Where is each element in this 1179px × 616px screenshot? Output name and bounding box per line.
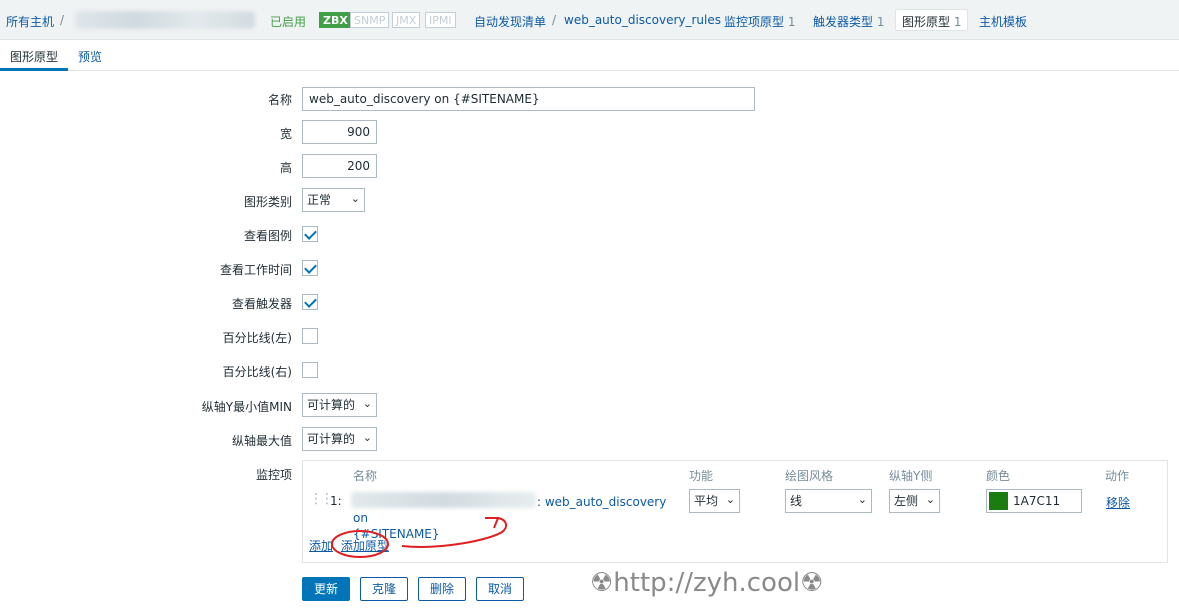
annotation-circle [331, 530, 389, 558]
tab-graph-prototype[interactable]: 图形原型 [10, 48, 58, 65]
annotation-arrow-head [485, 517, 500, 529]
chevron-down-icon: ⌄ [725, 493, 735, 506]
ymax-value: 可计算的 [307, 432, 356, 446]
annotation-markup [331, 517, 508, 558]
width-label: 宽 [279, 127, 292, 141]
draw-style-value: 线 [790, 494, 803, 508]
name-label: 名称 [267, 93, 292, 107]
nav-host-templates[interactable]: 主机模板 [979, 13, 1027, 30]
badge-jmx: JMX [392, 12, 421, 28]
blurred-host-name [75, 11, 255, 29]
width-input[interactable]: 900 [302, 120, 377, 144]
show-work-period-label: 查看工作时间 [219, 263, 292, 277]
nav-graph-prototypes-label: 图形原型 [902, 15, 951, 29]
function-select[interactable]: 平均 ⌄ [689, 489, 740, 513]
y-axis-value: 左侧 [894, 494, 919, 508]
chevron-down-icon: ⌄ [925, 493, 935, 506]
breadcrumb-discovery-list[interactable]: 自动发现清单 [474, 13, 546, 30]
percentile-left-checkbox[interactable] [302, 328, 318, 344]
show-work-period-checkbox[interactable] [302, 260, 318, 276]
y-axis-select[interactable]: 左侧 ⌄ [889, 489, 940, 513]
ymin-value: 可计算的 [307, 398, 356, 412]
nav-graph-prototypes[interactable]: 图形原型 1 [895, 9, 969, 31]
color-value: 1A7C11 [1013, 494, 1061, 508]
show-triggers-checkbox[interactable] [302, 294, 318, 310]
graph-type-value: 正常 [307, 193, 332, 207]
drag-handle-icon[interactable]: ⋮⋮ [309, 491, 334, 507]
clone-button[interactable]: 克隆 [360, 577, 408, 601]
chevron-down-icon: ⌄ [362, 431, 372, 444]
name-input[interactable]: web_auto_discovery on {#SITENAME} [302, 87, 755, 111]
breadcrumb-separator: / [60, 13, 65, 27]
show-legend-checkbox[interactable] [302, 226, 318, 242]
nav-graph-prototypes-count: 1 [953, 15, 962, 29]
delete-button[interactable]: 删除 [418, 577, 466, 601]
watermark-text: ☢http://zyh.cool☢ [590, 568, 824, 598]
remove-item-link[interactable]: 移除 [1106, 494, 1130, 511]
badge-snmp: SNMP [350, 12, 390, 28]
percentile-right-label: 百分比线(右) [222, 365, 292, 379]
column-header-y-axis: 纵轴Y侧 [889, 469, 933, 483]
nav-item-prototypes-label[interactable]: 监控项原型 [724, 15, 784, 29]
badge-zbx: ZBX [319, 12, 352, 28]
ymax-label: 纵轴最大值 [231, 434, 292, 448]
column-header-name: 名称 [353, 469, 378, 483]
chevron-down-icon: ⌄ [857, 493, 867, 506]
draw-style-select[interactable]: 线 ⌄ [785, 489, 872, 513]
ymin-select[interactable]: 可计算的 ⌄ [302, 393, 377, 417]
function-value: 平均 [694, 494, 719, 508]
breadcrumb-bar: 所有主机 / 已启用 ZBX SNMP JMX IPMI 自动发现清单 / we… [0, 0, 1179, 40]
badge-ipmi: IPMI [425, 12, 456, 28]
items-label: 监控项 [255, 468, 292, 482]
host-status-enabled[interactable]: 已启用 [270, 13, 306, 30]
ymax-select[interactable]: 可计算的 ⌄ [302, 427, 377, 451]
chevron-down-icon: ⌄ [350, 192, 360, 205]
graph-type-label: 图形类别 [243, 195, 292, 209]
graph-type-select[interactable]: 正常 ⌄ [302, 188, 365, 212]
nav-trigger-types-count: 1 [876, 15, 885, 29]
column-header-function: 功能 [689, 469, 714, 483]
chevron-down-icon: ⌄ [362, 397, 372, 410]
height-label: 高 [279, 161, 292, 175]
height-input[interactable]: 200 [302, 154, 377, 178]
nav-trigger-types-label[interactable]: 触发器类型 [813, 15, 873, 29]
percentile-left-label: 百分比线(左) [222, 331, 292, 345]
column-header-draw-style: 绘图风格 [785, 469, 834, 483]
percentile-right-checkbox[interactable] [302, 362, 318, 378]
tab-preview[interactable]: 预览 [78, 48, 102, 65]
breadcrumb-all-hosts[interactable]: 所有主机 [6, 13, 54, 30]
active-tab-indicator [0, 68, 68, 71]
update-button[interactable]: 更新 [302, 577, 350, 601]
ymin-label: 纵轴Y最小值MIN [201, 400, 292, 414]
form-tabs: 图形原型 预览 [0, 40, 1179, 71]
row-number: 1: [330, 494, 342, 508]
nav-item-prototypes-count: 1 [787, 15, 796, 29]
show-legend-label: 查看图例 [243, 229, 292, 243]
show-triggers-label: 查看触发器 [231, 297, 292, 311]
column-header-color: 颜色 [986, 469, 1011, 483]
color-swatch[interactable] [989, 492, 1008, 510]
column-header-action: 动作 [1105, 469, 1130, 483]
nav-item-prototypes[interactable]: 监控项原型 1 [724, 13, 795, 30]
nav-trigger-types[interactable]: 触发器类型 1 [813, 13, 884, 30]
color-picker[interactable]: 1A7C11 [986, 489, 1082, 513]
annotation-arrow-line [401, 517, 508, 548]
breadcrumb-separator: / [552, 13, 557, 27]
cancel-button[interactable]: 取消 [476, 577, 524, 601]
breadcrumb-rule-name[interactable]: web_auto_discovery_rules [564, 13, 721, 27]
